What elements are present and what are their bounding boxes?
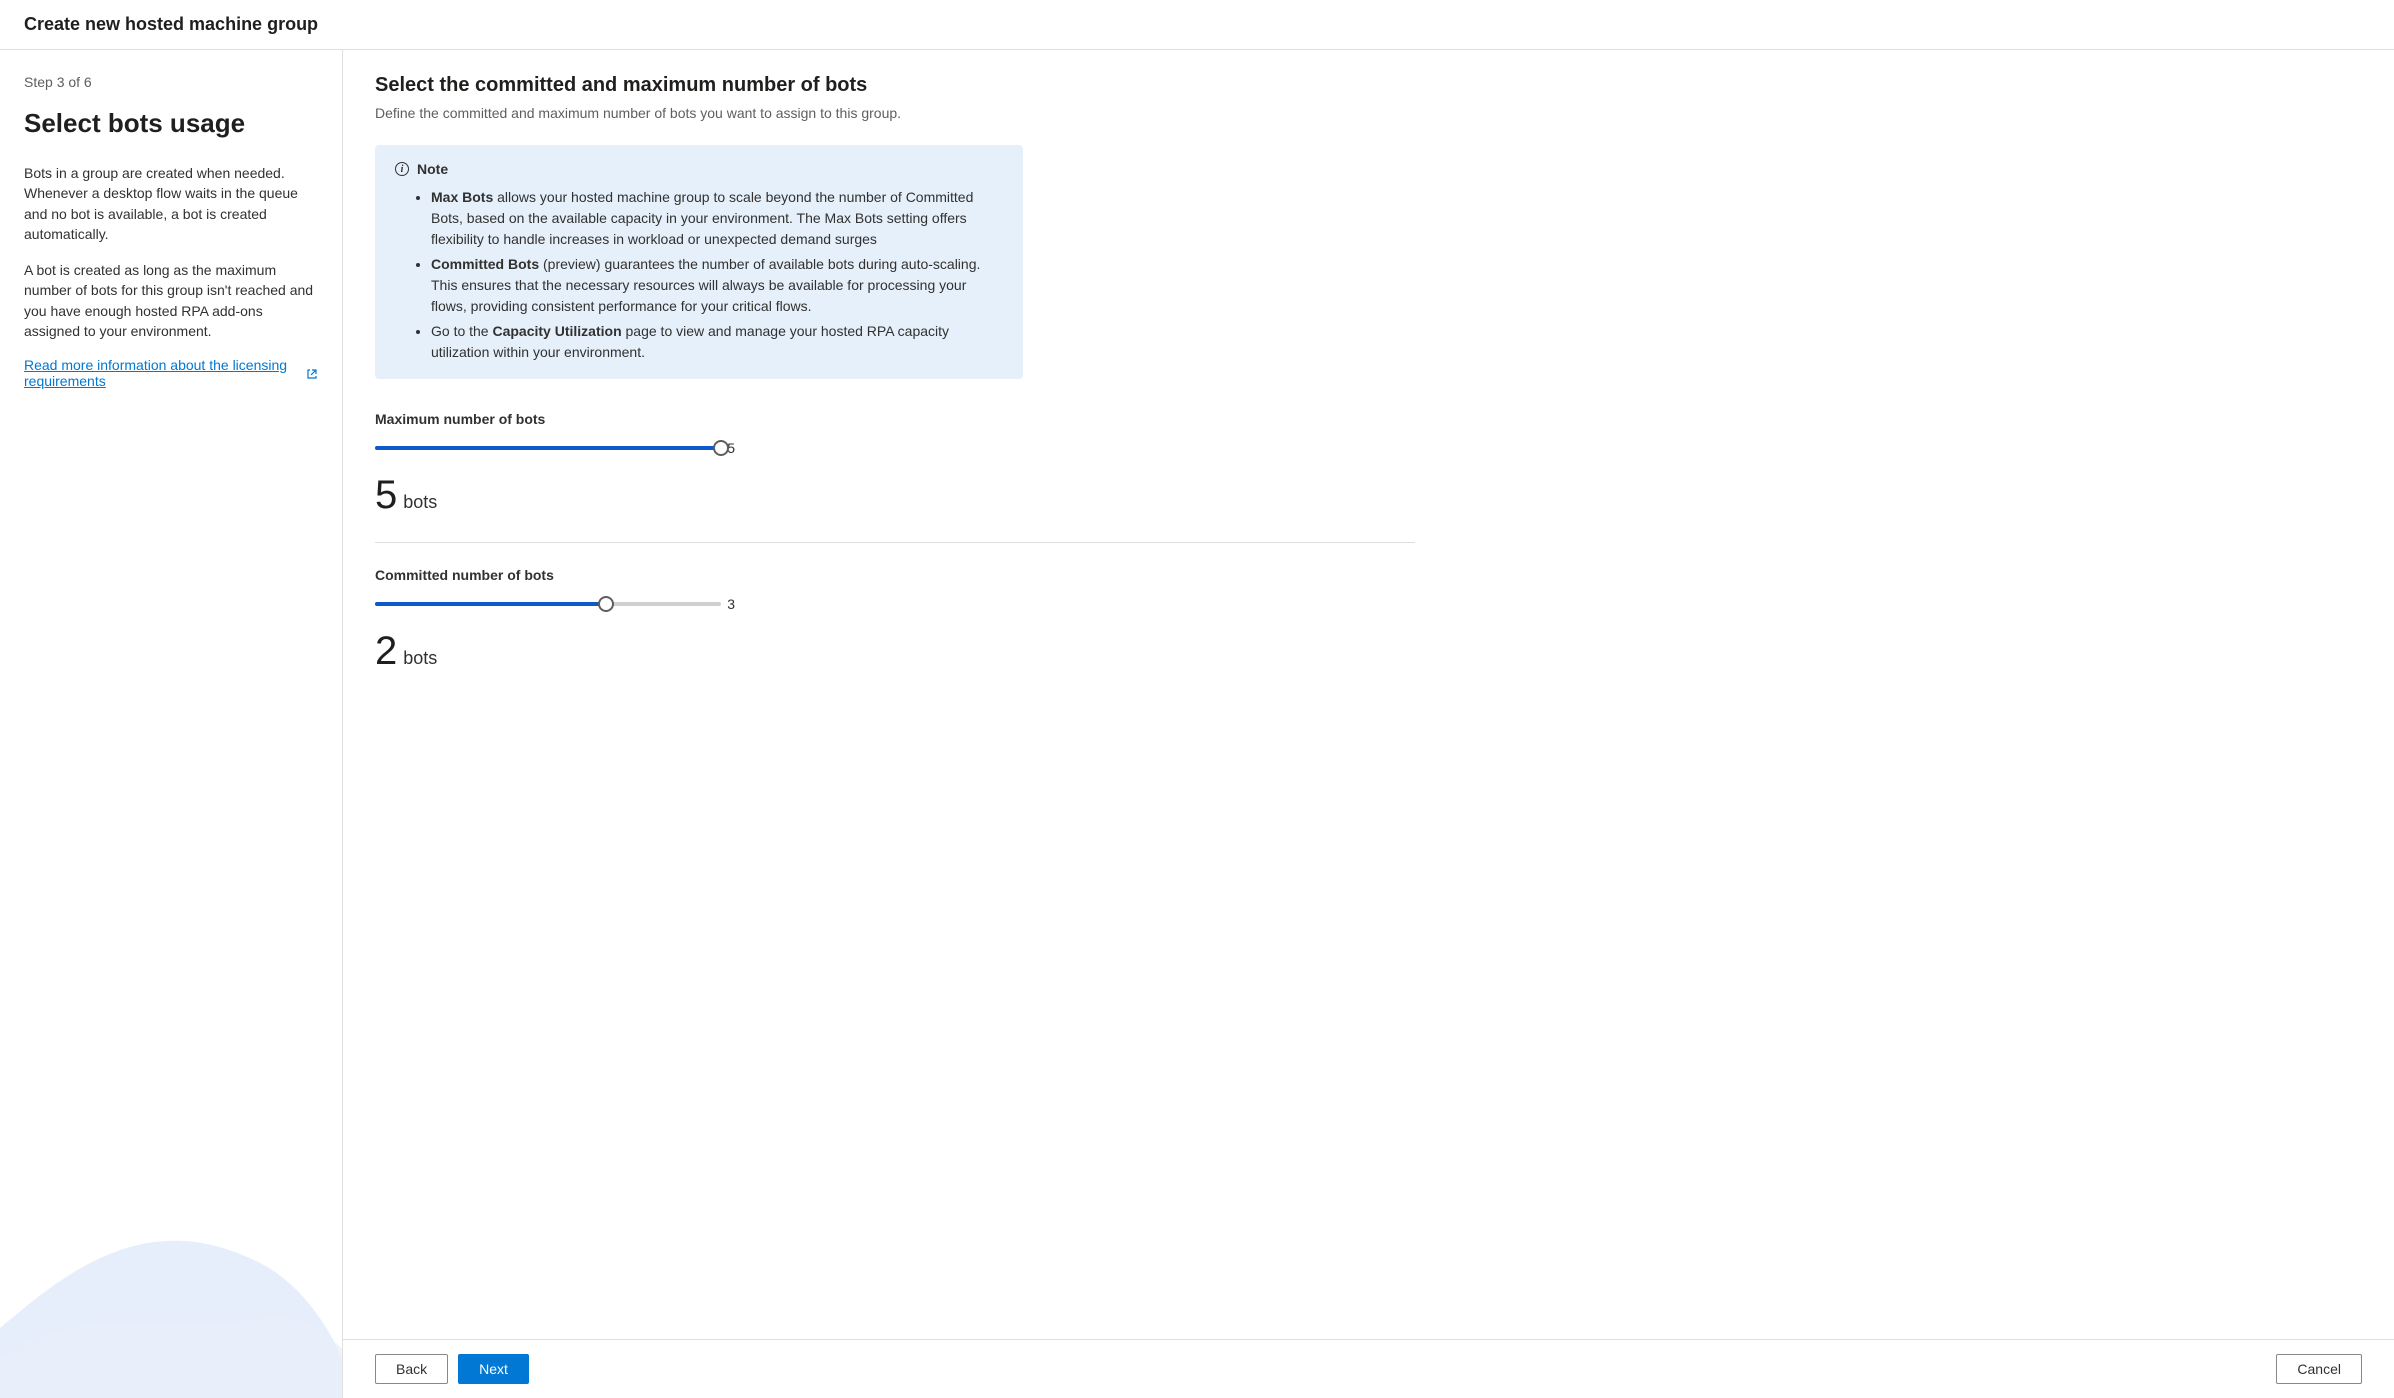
page-title: Create new hosted machine group [24,14,2370,35]
note-box: i Note Max Bots allows your hosted machi… [375,145,1023,379]
max-bots-unit: bots [403,492,437,513]
committed-bots-slider[interactable] [375,595,721,613]
max-bots-slider[interactable] [375,439,721,457]
page-header: Create new hosted machine group [0,0,2394,50]
licensing-link-text: Read more information about the licensin… [24,357,300,389]
step-indicator: Step 3 of 6 [24,74,318,90]
committed-bots-slider-thumb[interactable] [598,596,614,612]
sidebar-description-2: A bot is created as long as the maximum … [24,260,318,341]
main-title: Select the committed and maximum number … [375,74,2362,97]
note-item-max-bots: Max Bots allows your hosted machine grou… [431,187,1003,250]
wizard-footer: Back Next Cancel [343,1339,2394,1398]
max-bots-value: 5 [375,473,397,518]
info-icon: i [395,162,409,176]
note-item-committed-bots: Committed Bots (preview) guarantees the … [431,254,1003,317]
main-content: Select the committed and maximum number … [343,50,2394,1339]
note-item-capacity: Go to the Capacity Utilization page to v… [431,321,1003,363]
note-header: i Note [395,161,1003,177]
max-bots-label: Maximum number of bots [375,411,1415,427]
committed-bots-label: Committed number of bots [375,567,1415,583]
back-button[interactable]: Back [375,1354,448,1384]
cancel-button[interactable]: Cancel [2276,1354,2362,1384]
main-subtitle: Define the committed and maximum number … [375,105,2362,121]
external-link-icon [306,367,318,379]
sidebar-title: Select bots usage [24,108,318,139]
max-bots-slider-thumb[interactable] [713,440,729,456]
committed-bots-section: Committed number of bots 3 2 bots [375,567,1415,674]
decorative-wave [0,1198,342,1398]
note-label: Note [417,161,448,177]
committed-bots-max-label: 3 [727,596,735,612]
sidebar-description-1: Bots in a group are created when needed.… [24,163,318,244]
licensing-link[interactable]: Read more information about the licensin… [24,357,318,389]
max-bots-section: Maximum number of bots 5 5 bots [375,411,1415,543]
committed-bots-value: 2 [375,629,397,674]
wizard-sidebar: Step 3 of 6 Select bots usage Bots in a … [0,50,343,1398]
note-list: Max Bots allows your hosted machine grou… [395,187,1003,363]
next-button[interactable]: Next [458,1354,529,1384]
committed-bots-unit: bots [403,648,437,669]
